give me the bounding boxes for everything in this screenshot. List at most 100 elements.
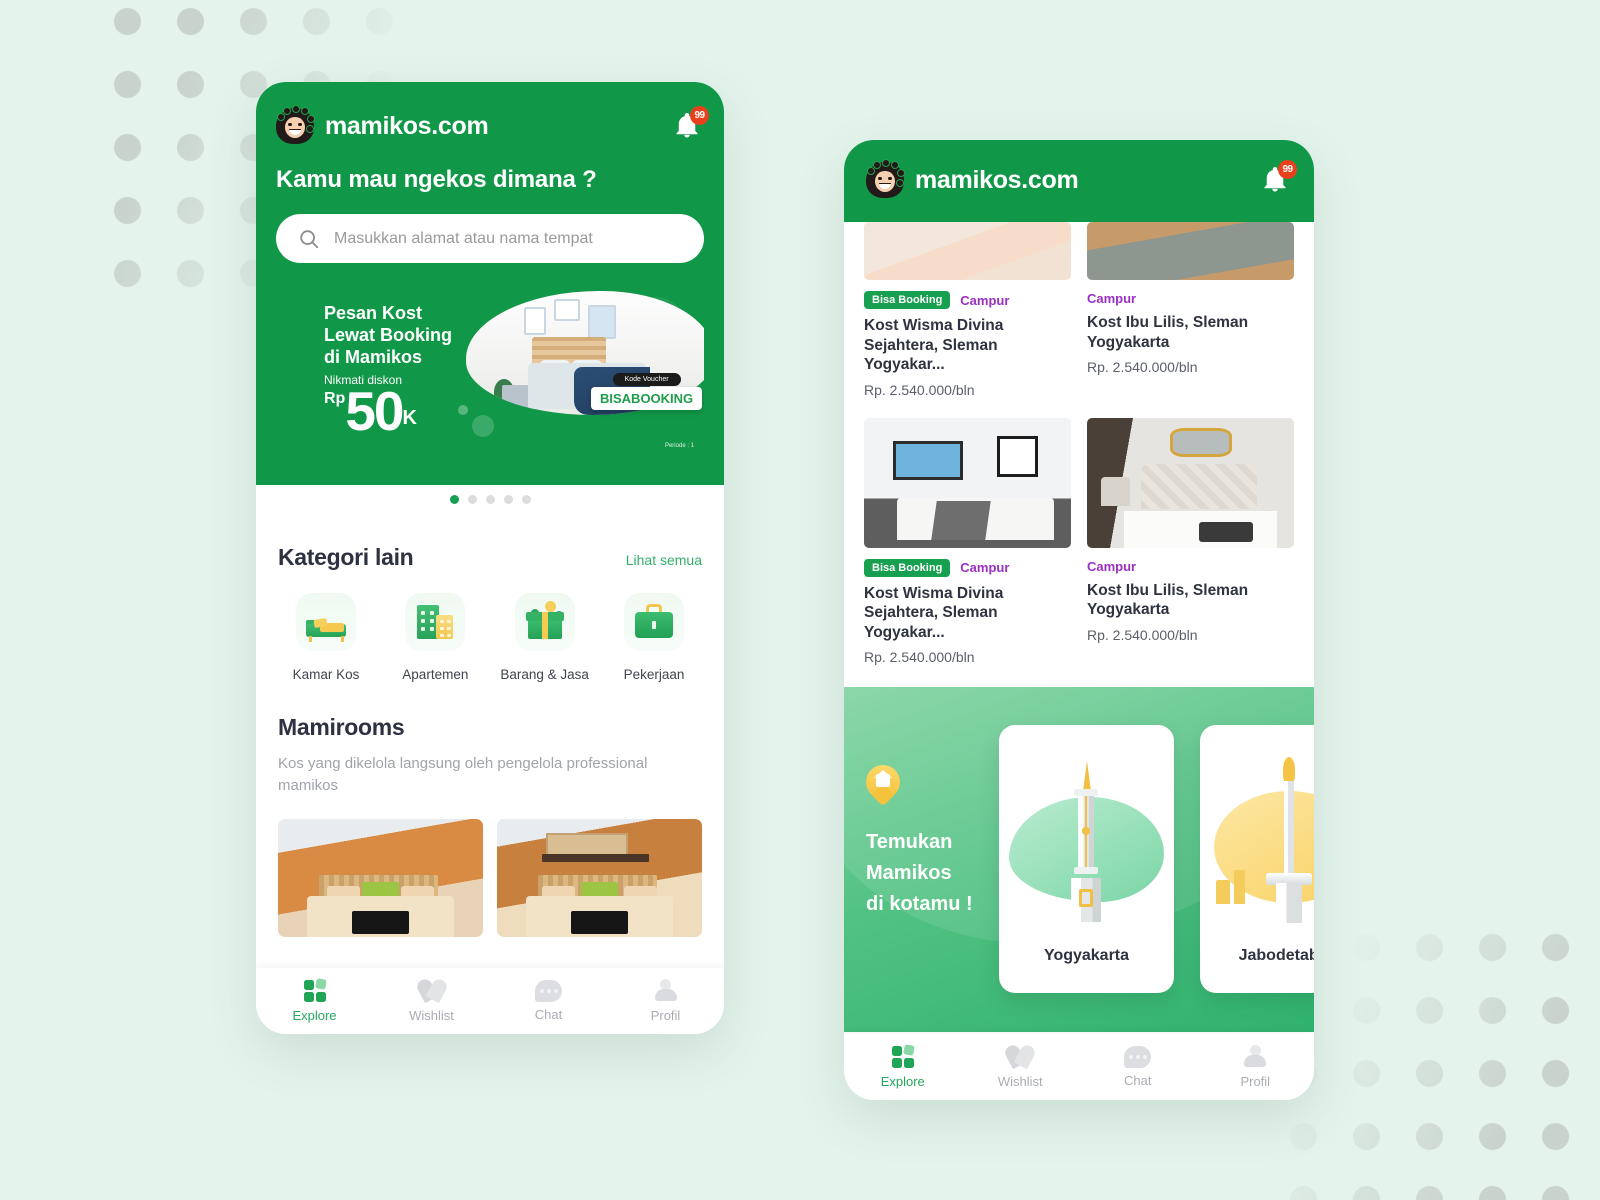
- person-icon: [1242, 1045, 1268, 1069]
- background-dot-pattern-bottom-right: [1272, 916, 1600, 1200]
- tugu-jogja-icon: [999, 755, 1174, 930]
- heart-icon: [414, 976, 449, 1004]
- notification-bell-icon[interactable]: 99: [672, 106, 709, 143]
- carousel-dot-3[interactable]: [485, 495, 495, 504]
- brand-name: mamikos.com: [325, 111, 489, 140]
- banner-discount-price: Rp 50 K: [324, 379, 452, 442]
- mamirooms-subtitle: Kos yang dikelola langsung oleh pengelol…: [278, 755, 648, 794]
- category-label: Apartemen: [402, 667, 469, 682]
- bottom-navigation: Explore Wishlist Chat Profil: [256, 968, 724, 1034]
- listing-title: Kost Ibu Lilis, Sleman Yogyakarta: [1087, 314, 1249, 351]
- carousel-pagination-dots[interactable]: [256, 485, 724, 518]
- listing-card[interactable]: Bisa Booking Campur Kost Wisma Divina Se…: [864, 417, 1071, 666]
- nav-label: Wishlist: [409, 1008, 454, 1023]
- mamirooms-card-row: [256, 818, 724, 937]
- chat-bubble-icon: [1124, 1046, 1152, 1068]
- brand-logo[interactable]: mamikos.com: [866, 159, 1079, 198]
- city-card-carousel[interactable]: Yogyakarta Jabodetab: [999, 725, 1314, 994]
- categories-title: Kategori lain: [278, 544, 414, 570]
- categories-header: Kategori lain Lihat semua: [278, 544, 702, 571]
- listing-card[interactable]: Campur Kost Ibu Lilis, Sleman Yogyakarta…: [1087, 417, 1294, 666]
- search-icon: [300, 229, 319, 248]
- city-discovery-banner: Temukan Mamikos di kotamu ! Yogyakarta J…: [844, 687, 1314, 1033]
- bisa-booking-badge: Bisa Booking: [864, 291, 951, 309]
- mamikos-avatar-icon: [276, 105, 315, 144]
- carousel-dot-5[interactable]: [521, 495, 531, 504]
- banner-currency: Rp: [324, 390, 346, 408]
- nav-item-wishlist[interactable]: Wishlist: [373, 976, 490, 1023]
- city-card-jabodetabek[interactable]: Jabodetabek: [1200, 725, 1314, 994]
- nav-item-profil[interactable]: Profil: [1197, 1045, 1315, 1089]
- listing-price: Rp. 2.540.000/bln: [864, 649, 975, 666]
- app-header: mamikos.com 99 Kamu mau ngekos dimana ? …: [256, 82, 724, 485]
- city-card-yogyakarta[interactable]: Yogyakarta: [999, 725, 1174, 994]
- city-heading-line-1: Temukan: [866, 831, 953, 854]
- city-name: Jabodetabek: [1238, 947, 1314, 965]
- carousel-dot-4[interactable]: [503, 495, 513, 504]
- nav-item-chat[interactable]: Chat: [490, 980, 607, 1022]
- listing-photo[interactable]: [864, 222, 1071, 280]
- category-item-apartemen[interactable]: Apartemen: [387, 593, 483, 682]
- category-label: Barang & Jasa: [500, 667, 589, 682]
- nav-item-explore[interactable]: Explore: [844, 1044, 962, 1089]
- listing-card[interactable]: Campur Kost Ibu Lilis, Sleman Yogyakarta…: [1087, 222, 1294, 398]
- banner-amount: 50: [345, 379, 404, 442]
- listing-tags: Campur: [1087, 559, 1294, 574]
- bottom-navigation: Explore Wishlist Chat Profil: [844, 1034, 1314, 1100]
- city-banner-heading: Temukan Mamikos di kotamu !: [866, 827, 973, 920]
- banner-amount-suffix: K: [402, 407, 417, 430]
- heart-icon: [1002, 1042, 1038, 1070]
- carousel-dot-1[interactable]: [449, 495, 459, 504]
- listing-price: Rp. 2.540.000/bln: [1087, 626, 1198, 643]
- nav-label: Wishlist: [997, 1074, 1043, 1089]
- listing-type-tag: Campur: [1087, 291, 1137, 306]
- notification-bell-icon[interactable]: 99: [1260, 160, 1297, 197]
- nav-item-profil[interactable]: Profil: [607, 979, 724, 1023]
- brand-logo[interactable]: mamikos.com: [276, 105, 489, 144]
- mamiroom-card[interactable]: [278, 818, 483, 937]
- voucher-label: Kode Voucher: [612, 373, 681, 386]
- categories-see-all-link[interactable]: Lihat semua: [626, 552, 702, 568]
- phone-mockup-listings: mamikos.com 99 Bisa Booking Campur Kost …: [844, 140, 1314, 1100]
- category-item-barang-jasa[interactable]: Barang & Jasa: [497, 593, 593, 682]
- listing-price: Rp. 2.540.000/bln: [1087, 359, 1198, 376]
- building-icon: [405, 593, 466, 651]
- city-name: Yogyakarta: [1043, 947, 1130, 965]
- listing-title: Kost Wisma Divina Sejahtera, Sleman Yogy…: [864, 317, 1004, 374]
- mamiroom-card[interactable]: [497, 818, 702, 937]
- promo-banner-carousel[interactable]: Pesan Kost Lewat Booking di Mamikos Nikm…: [276, 287, 704, 463]
- grid-icon: [303, 978, 327, 1003]
- categories-section: Kategori lain Lihat semua Kamar Kos Apar…: [256, 544, 724, 682]
- notification-count-badge: 99: [690, 106, 709, 125]
- nav-item-wishlist[interactable]: Wishlist: [962, 1042, 1080, 1089]
- listing-card[interactable]: Bisa Booking Campur Kost Wisma Divina Se…: [864, 222, 1071, 398]
- category-label: Kamar Kos: [292, 667, 360, 682]
- bisa-booking-badge: Bisa Booking: [864, 558, 951, 577]
- category-item-pekerjaan[interactable]: Pekerjaan: [606, 593, 702, 682]
- banner-text-block: Pesan Kost Lewat Booking di Mamikos Nikm…: [324, 303, 453, 442]
- grid-icon: [891, 1044, 915, 1069]
- listing-type-tag: Campur: [1087, 558, 1137, 574]
- nav-item-chat[interactable]: Chat: [1079, 1046, 1197, 1088]
- banner-line-2: Lewat Booking: [324, 324, 453, 345]
- mamikos-avatar-icon: [866, 159, 905, 198]
- app-header: mamikos.com 99: [844, 140, 1314, 222]
- banner-decor-circle-small: [472, 415, 494, 437]
- category-item-kamar-kos[interactable]: Kamar Kos: [278, 593, 374, 682]
- banner-period-note: Periode : 1: [664, 443, 694, 449]
- nav-item-explore[interactable]: Explore: [256, 978, 373, 1023]
- listing-type-tag: Campur: [960, 560, 1010, 576]
- city-heading-line-3: di kotamu !: [866, 893, 973, 916]
- listing-photo[interactable]: [1087, 417, 1294, 548]
- bed-icon: [296, 593, 356, 651]
- search-input[interactable]: Masukkan alamat atau nama tempat: [334, 230, 593, 248]
- listing-photo[interactable]: [864, 417, 1071, 548]
- monas-icon: [1200, 755, 1314, 930]
- mamirooms-title: Mamirooms: [278, 714, 405, 740]
- carousel-dot-2[interactable]: [467, 495, 477, 504]
- listing-photo[interactable]: [1087, 222, 1294, 280]
- gift-box-icon: [514, 593, 575, 651]
- listing-title: Kost Wisma Divina Sejahtera, Sleman Yogy…: [864, 584, 1004, 641]
- voucher-chip: Kode Voucher BISABOOKING: [591, 373, 703, 410]
- search-bar[interactable]: Masukkan alamat atau nama tempat: [276, 214, 704, 263]
